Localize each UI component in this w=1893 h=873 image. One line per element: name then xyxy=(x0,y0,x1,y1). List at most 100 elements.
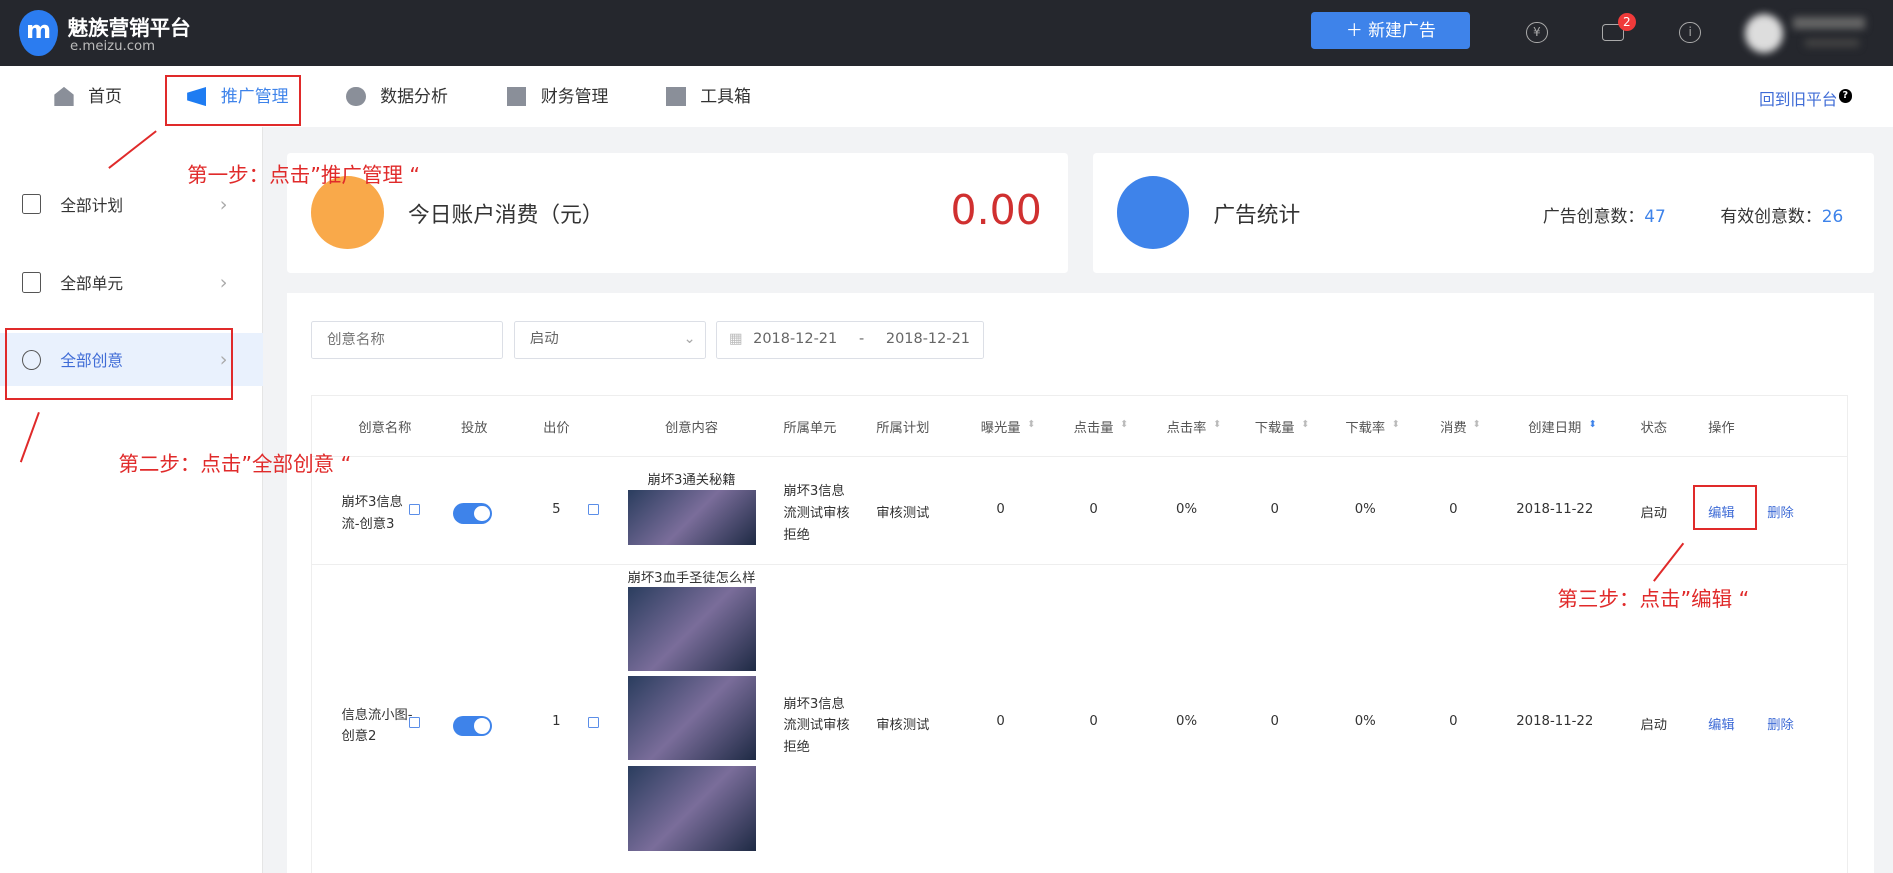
status-select[interactable]: 启动 ⌄ xyxy=(514,321,707,359)
create-date: 2018-11-22 xyxy=(1516,714,1594,730)
creative-image xyxy=(627,586,756,671)
date-range-picker[interactable]: ▦ 2018-12-21 - 2018-12-21 xyxy=(715,321,984,359)
plan-name: 审核测试 xyxy=(876,718,930,734)
spend-title: 今日账户消费（元） xyxy=(408,202,604,228)
column-header[interactable]: 创建日期 xyxy=(1528,417,1581,436)
sort-icon[interactable]: ⬍ xyxy=(1473,419,1481,430)
column-header[interactable]: 曝光量 xyxy=(981,417,1021,436)
edit-link[interactable]: 编辑 xyxy=(1708,714,1735,733)
toolbox-icon xyxy=(666,86,686,107)
ctr: 0% xyxy=(1176,501,1198,517)
stats-title: 广告统计 xyxy=(1213,202,1301,228)
finance-icon xyxy=(507,86,527,107)
creative-image xyxy=(627,766,756,851)
annotation-step3: 第三步：点击”编辑 “ xyxy=(1557,586,1750,611)
sort-icon[interactable]: ⬍ xyxy=(1027,419,1035,430)
column-header[interactable]: 下载率 xyxy=(1345,417,1385,436)
old-platform-link[interactable]: 回到旧平台 xyxy=(1759,87,1837,110)
table-row: 崩坏3信息 流-创意3 5 崩坏3通关秘籍 崩坏3信息 流测试审核 拒绝 审核测试 0 0 0% 0 0… xyxy=(312,457,1848,565)
nav-data-analysis[interactable]: 数据分析 xyxy=(346,66,448,126)
valid-count: 有效创意数：26 xyxy=(1720,202,1843,227)
unit-name: 拒绝 xyxy=(783,527,810,543)
creative-count-value: 47 xyxy=(1644,205,1666,226)
yuan-icon[interactable]: ¥ xyxy=(1526,21,1548,44)
clicks: 0 xyxy=(1089,714,1098,730)
unit-name: 拒绝 xyxy=(783,740,810,756)
bid-value: 5 xyxy=(552,501,561,517)
bar-chart-icon xyxy=(1116,176,1190,249)
new-ad-button[interactable]: ＋ 新建广告 xyxy=(1311,12,1471,50)
creative-table: 创意名称 投放 出价 创意内容 所属单元 所属计划 曝光量 ⬍ 点击量 ⬍ 点击率 ⬍ 下载量 ⬍… xyxy=(311,394,1849,873)
unit-name: 崩坏3信息 xyxy=(783,696,845,712)
annotation-box-creatives xyxy=(4,328,233,400)
status-value: 启动 xyxy=(529,331,559,348)
download-rate: 0% xyxy=(1354,714,1376,730)
sort-icon[interactable]: ⬍ xyxy=(1301,419,1309,430)
nav-finance[interactable]: 财务管理 xyxy=(507,66,608,126)
mail-badge: 2 xyxy=(1617,13,1636,32)
delete-link[interactable]: 删除 xyxy=(1767,502,1794,521)
help-icon[interactable]: ? xyxy=(1838,89,1852,103)
status: 启动 xyxy=(1640,505,1668,521)
column-header[interactable]: 下载量 xyxy=(1255,417,1295,436)
edit-name-icon[interactable] xyxy=(409,504,420,516)
bid-value: 1 xyxy=(552,714,561,730)
sidebar-item-units[interactable]: 全部单元 › xyxy=(0,256,263,309)
annotation-box-promotion xyxy=(165,74,301,126)
sidebar-label: 全部计划 xyxy=(60,195,124,215)
nav-home[interactable]: 首页 xyxy=(54,66,122,126)
table-header: 创意名称 投放 出价 创意内容 所属单元 所属计划 曝光量 ⬍ 点击量 ⬍ 点击率 ⬍ 下载量 ⬍… xyxy=(312,396,1848,458)
column-header[interactable]: 点击量 xyxy=(1074,417,1114,436)
user-sub-blurred xyxy=(1804,38,1860,48)
sidebar: 全部计划 › 全部单元 › 全部创意 › xyxy=(0,126,264,873)
top-bar: m 魅族营销平台 e.meizu.com ＋ 新建广告 ¥ 2 i xyxy=(0,0,1893,67)
creative-name: 创意2 xyxy=(341,729,377,745)
pie-chart-icon xyxy=(346,86,366,107)
nav-label: 首页 xyxy=(88,86,122,107)
creative-name: 流-创意3 xyxy=(341,516,395,532)
column-header: 出价 xyxy=(543,421,570,437)
column-header: 操作 xyxy=(1708,421,1735,437)
status: 启动 xyxy=(1640,718,1668,734)
nav-toolbox[interactable]: 工具箱 xyxy=(666,66,751,126)
unit-name: 流测试审核 xyxy=(783,505,850,521)
date-end: 2018-12-21 xyxy=(885,331,970,348)
delivery-toggle[interactable] xyxy=(452,503,493,524)
valid-count-value: 26 xyxy=(1821,205,1844,226)
nav-label: 数据分析 xyxy=(380,86,448,107)
edit-bid-icon[interactable] xyxy=(587,716,599,728)
avatar[interactable] xyxy=(1744,14,1784,54)
chevron-right-icon: › xyxy=(219,270,228,294)
edit-bid-icon[interactable] xyxy=(587,504,599,516)
ctr: 0% xyxy=(1176,714,1198,730)
edit-name-icon[interactable] xyxy=(409,716,420,728)
sort-icon[interactable]: ⬍ xyxy=(1589,419,1597,430)
sort-icon[interactable]: ⬍ xyxy=(1392,419,1400,430)
user-name-blurred xyxy=(1792,16,1866,29)
unit-name: 流测试审核 xyxy=(783,718,850,734)
delivery-toggle[interactable] xyxy=(452,715,493,737)
creative-name-input[interactable] xyxy=(311,321,504,359)
clicks: 0 xyxy=(1089,501,1098,517)
meizu-logo[interactable]: m xyxy=(19,9,58,56)
column-header[interactable]: 消费 xyxy=(1440,417,1467,436)
creative-name: 信息流小图- xyxy=(341,707,413,723)
new-ad-label: 新建广告 xyxy=(1368,20,1436,41)
sort-icon[interactable]: ⬍ xyxy=(1213,419,1221,430)
brand-domain: e.meizu.com xyxy=(70,38,156,54)
creative-count-label: 广告创意数： xyxy=(1542,205,1645,226)
delete-link[interactable]: 删除 xyxy=(1767,714,1794,733)
sort-icon[interactable]: ⬍ xyxy=(1120,419,1128,430)
annotation-step2: 第二步：点击”全部创意 “ xyxy=(118,451,352,476)
column-header: 创意名称 xyxy=(358,421,412,437)
info-icon[interactable]: i xyxy=(1679,21,1702,44)
creative-name: 崩坏3信息 xyxy=(341,495,403,511)
column-header: 所属单元 xyxy=(783,421,837,437)
unit-icon xyxy=(21,272,42,293)
column-header[interactable]: 点击率 xyxy=(1167,417,1207,436)
impressions: 0 xyxy=(996,714,1005,730)
home-icon xyxy=(54,86,74,107)
annotation-box-edit xyxy=(1692,485,1757,530)
column-header: 投放 xyxy=(460,421,488,437)
sidebar-label: 全部单元 xyxy=(60,273,124,293)
